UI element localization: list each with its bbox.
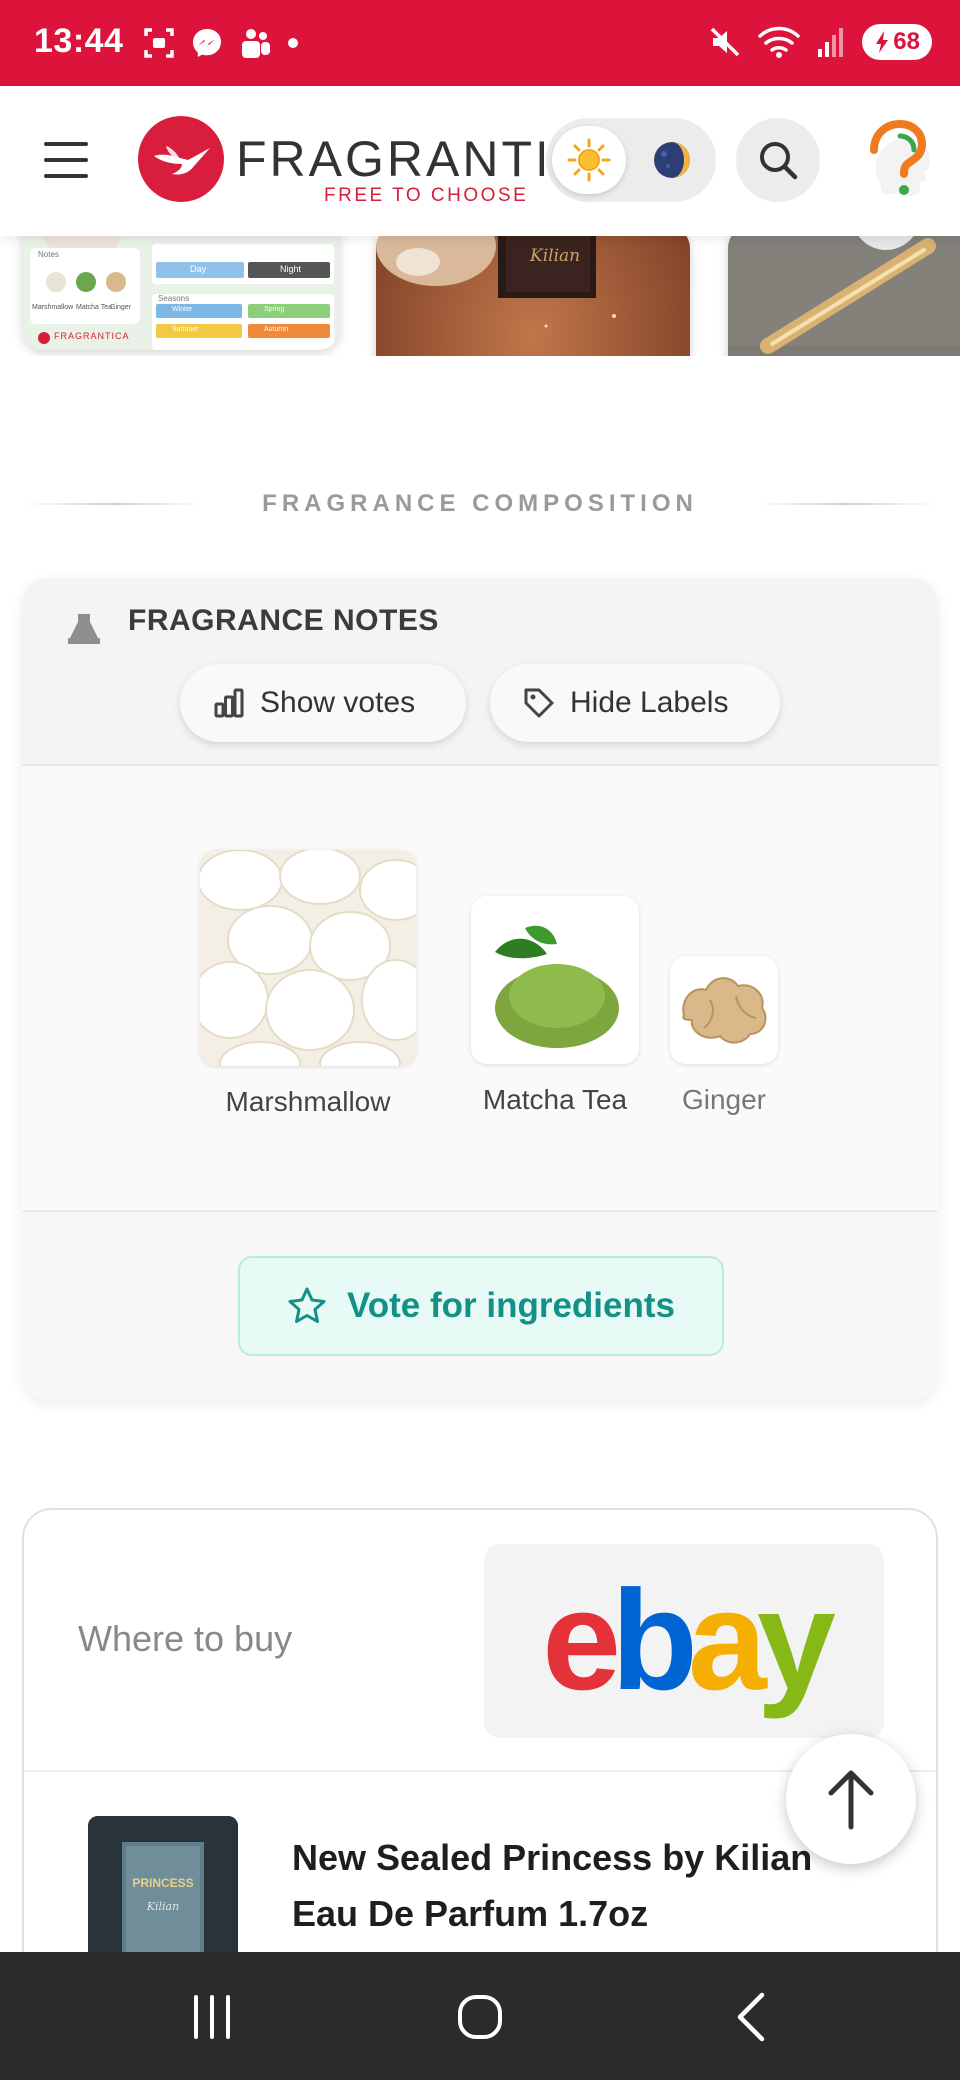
note-label-matcha-tea: Matcha Tea (482, 1084, 628, 1115)
system-nav-bar (0, 1952, 960, 2080)
card-note-3: Ginger (110, 304, 132, 311)
status-right-icons: 68 (708, 24, 932, 60)
hide-labels-button[interactable]: Hide Labels (490, 664, 780, 742)
marshmallow-image (200, 850, 416, 1066)
question-head-icon (870, 119, 930, 196)
logo-bird-icon[interactable] (138, 116, 224, 202)
vote-ingredients-label: Vote for ingredients (347, 1286, 675, 1325)
bar-chart-icon (214, 688, 244, 718)
product-box-brand: PRINCESS (132, 1876, 194, 1890)
matcha-tea-image (471, 896, 639, 1064)
charging-icon (876, 31, 889, 53)
card-season-3: Summer (172, 326, 199, 333)
show-votes-label: Show votes (260, 686, 416, 719)
recent-apps-icon (194, 1995, 230, 2039)
card-notes-heading: Notes (38, 250, 59, 259)
logo-wordmark[interactable]: FRAGRANTICA (236, 130, 544, 188)
ebay-logo: ebay (542, 1561, 836, 1720)
card-seasons-heading: Seasons (158, 294, 190, 303)
battery-indicator: 68 (862, 24, 932, 60)
image-carousel[interactable]: Notes Day Night Seasons Marshmallow Matc… (0, 236, 960, 356)
note-matcha-tea[interactable]: Matcha Tea (450, 896, 660, 1116)
notes-list: Marshmallow Matcha Tea Ginger (22, 766, 938, 1212)
show-votes-button[interactable]: Show votes (180, 664, 466, 742)
section-heading: FRAGRANCE COMPOSITION (0, 488, 960, 520)
menu-button[interactable] (44, 142, 88, 178)
card-season-2: Spring (264, 306, 285, 313)
avatar[interactable] (852, 116, 940, 204)
mute-icon (711, 27, 740, 57)
notes-panel-footer: Vote for ingredients (22, 1212, 938, 1400)
search-button[interactable] (736, 118, 820, 202)
section-heading-text: FRAGRANCE COMPOSITION (262, 490, 698, 517)
arrow-up-icon (828, 1770, 874, 1830)
product-title[interactable]: New Sealed Princess by Kilian Eau De Par… (292, 1830, 872, 1942)
bottle-text: Kilian (530, 246, 581, 266)
carousel-card-summary[interactable]: Notes Day Night Seasons Marshmallow Matc… (22, 236, 340, 356)
carousel-card-bottle[interactable]: Kilian (376, 236, 690, 356)
ebay-logo-link[interactable]: ebay (484, 1544, 884, 1738)
theme-night-option[interactable] (638, 126, 706, 194)
card-night-label: Night (280, 264, 302, 274)
hide-labels-label: Hide Labels (570, 686, 729, 719)
back-icon (737, 1992, 765, 2042)
signal-icon (818, 28, 844, 57)
heading-rule-right (756, 503, 936, 505)
carousel-card-vial[interactable] (728, 236, 960, 356)
teams-icon (242, 29, 270, 58)
messenger-icon (193, 29, 221, 57)
fragrance-notes-panel: FRAGRANCE NOTES Show votes Hide Labels M… (22, 578, 938, 1400)
product-box-maker: Kilian (146, 1900, 180, 1913)
heading-rule-left (24, 503, 204, 505)
note-ginger[interactable]: Ginger (662, 956, 786, 1116)
scroll-to-top-button[interactable] (786, 1734, 916, 1864)
status-bar: 13:44 68 (0, 0, 960, 86)
recent-apps-button[interactable] (172, 1982, 252, 2052)
hamburger-icon (44, 142, 88, 146)
where-to-buy-label: Where to buy (78, 1618, 293, 1659)
status-left-icons (142, 26, 300, 60)
card-day-label: Day (190, 264, 207, 274)
logo-tagline: FREE TO CHOOSE (324, 185, 529, 206)
tag-icon (524, 688, 554, 718)
dot-icon (288, 38, 298, 48)
battery-level: 68 (893, 28, 920, 55)
perfume-pyramid-icon (68, 614, 100, 644)
screenshot-icon (144, 28, 174, 58)
search-icon (760, 142, 798, 180)
ginger-image (670, 956, 778, 1064)
star-icon (288, 1287, 326, 1323)
home-button[interactable] (440, 1982, 520, 2052)
back-button[interactable] (710, 1982, 790, 2052)
theme-toggle[interactable] (546, 118, 716, 202)
vote-ingredients-button[interactable]: Vote for ingredients (238, 1256, 724, 1356)
home-icon (458, 1995, 502, 2039)
note-marshmallow[interactable]: Marshmallow (200, 850, 416, 1118)
status-time: 13:44 (34, 22, 124, 60)
note-label-ginger: Ginger (681, 1084, 767, 1115)
card-season-1: Winter (172, 306, 193, 313)
card-note-2: Matcha Tea (76, 304, 113, 311)
theme-day-option[interactable] (552, 126, 626, 194)
card-brand: FRAGRANTICA (54, 331, 130, 341)
note-label-marshmallow: Marshmallow (225, 1086, 391, 1117)
wifi-icon (758, 26, 801, 58)
notes-panel-header: FRAGRANCE NOTES Show votes Hide Labels (22, 578, 938, 766)
site-header: FRAGRANTICA FREE TO CHOOSE (0, 86, 960, 236)
card-season-4: Autumn (264, 326, 289, 333)
moon-icon (654, 142, 690, 178)
card-note-1: Marshmallow (32, 304, 74, 311)
sun-icon (567, 138, 611, 182)
notes-panel-title: FRAGRANCE NOTES (128, 604, 439, 637)
